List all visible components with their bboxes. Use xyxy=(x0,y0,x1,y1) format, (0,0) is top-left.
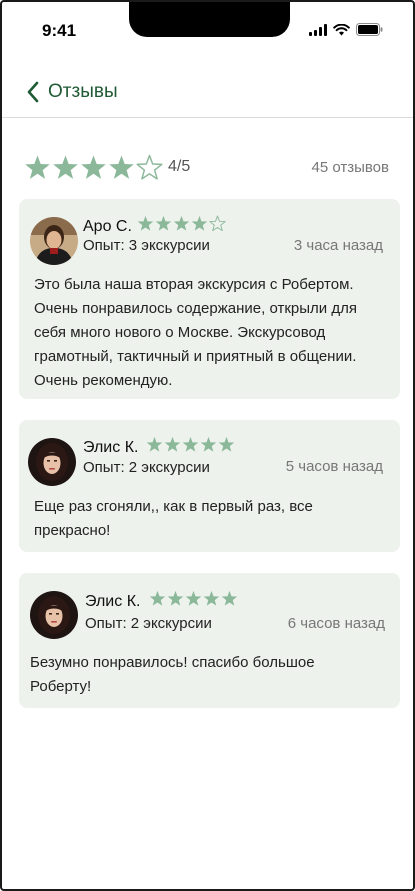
star-filled-icon xyxy=(200,436,217,453)
back-button[interactable]: Отзывы xyxy=(26,81,118,103)
review-stars xyxy=(149,590,238,607)
star-filled-icon xyxy=(173,215,190,232)
header: Отзывы xyxy=(2,72,413,118)
reviewer-name: Аро С. xyxy=(83,218,132,235)
reviewer-name: Элис К. xyxy=(83,439,139,456)
star-filled-icon xyxy=(218,436,235,453)
star-filled-icon xyxy=(137,215,154,232)
notch xyxy=(129,2,290,37)
summary-stars xyxy=(24,154,163,181)
reviewer-experience: Опыт: 2 экскурсии xyxy=(85,615,212,632)
avatar xyxy=(30,591,78,639)
avatar xyxy=(30,217,78,265)
star-filled-icon xyxy=(80,154,107,181)
review-time: 5 часов назад xyxy=(285,458,383,475)
star-filled-icon xyxy=(185,590,202,607)
page-title: Отзывы xyxy=(48,81,118,102)
status-icons xyxy=(309,23,383,36)
star-empty-icon xyxy=(209,215,226,232)
review-time: 6 часов назад xyxy=(287,615,385,632)
reviewer-name: Элис К. xyxy=(85,593,141,610)
review-count: 45 отзывов xyxy=(311,158,389,176)
review-time: 3 часа назад xyxy=(293,237,383,254)
star-filled-icon xyxy=(146,436,163,453)
review-stars xyxy=(146,436,235,453)
star-filled-icon xyxy=(108,154,135,181)
star-filled-icon xyxy=(149,590,166,607)
reviewer-experience: Опыт: 2 экскурсии xyxy=(83,459,210,476)
rating-summary: 4/5 45 отзывов xyxy=(24,150,389,184)
star-filled-icon xyxy=(203,590,220,607)
wifi-icon xyxy=(333,23,350,36)
cellular-signal-icon xyxy=(309,23,327,36)
review-card: Элис К. Опыт: 2 экскурсии 5 часов назад … xyxy=(19,420,400,552)
review-text: Еще раз сгоняли,, как в первый раз, все … xyxy=(34,498,313,539)
review-stars xyxy=(137,215,226,232)
star-filled-icon xyxy=(164,436,181,453)
review-text: Это была наша вторая экскурсия с Роберто… xyxy=(34,276,357,389)
status-bar: 9:41 xyxy=(2,2,413,62)
phone-frame: 9:41 Отзывы 4/5 45 отзывов Аро С. Опыт: … xyxy=(0,0,415,891)
reviewer-experience: Опыт: 3 экскурсии xyxy=(83,237,210,254)
review-card: Элис К. Опыт: 2 экскурсии 6 часов назад … xyxy=(19,573,400,708)
review-card: Аро С. Опыт: 3 экскурсии 3 часа назад Эт… xyxy=(19,199,400,399)
chevron-left-icon xyxy=(26,81,40,103)
star-filled-icon xyxy=(24,154,51,181)
review-text: Безумно понравилось! спасибо большое Роб… xyxy=(30,654,315,695)
battery-icon xyxy=(356,23,383,36)
star-filled-icon xyxy=(167,590,184,607)
summary-score: 4/5 xyxy=(168,158,191,175)
star-filled-icon xyxy=(182,436,199,453)
star-filled-icon xyxy=(221,590,238,607)
star-filled-icon xyxy=(52,154,79,181)
star-filled-icon xyxy=(191,215,208,232)
star-empty-icon xyxy=(136,154,163,181)
avatar xyxy=(28,438,76,486)
status-time: 9:41 xyxy=(42,21,77,40)
star-filled-icon xyxy=(155,215,172,232)
